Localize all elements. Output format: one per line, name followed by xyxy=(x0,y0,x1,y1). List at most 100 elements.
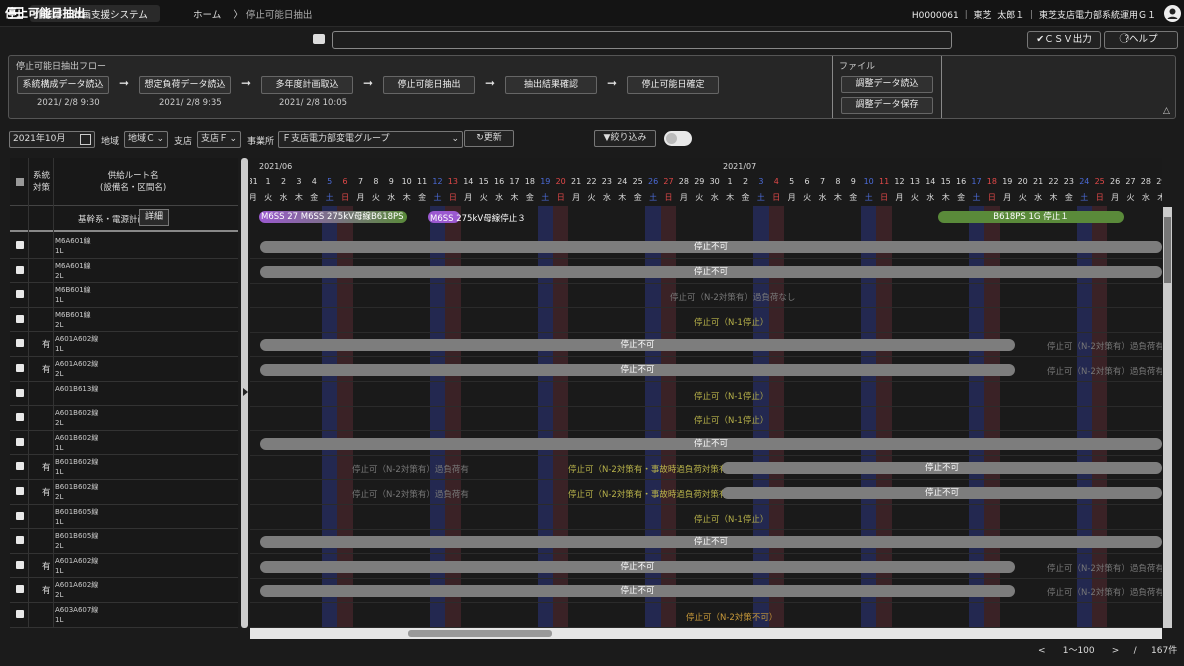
row-checkbox[interactable] xyxy=(16,610,24,618)
next-page-button[interactable]: > xyxy=(1112,646,1120,656)
outage-bar[interactable]: 停止不可 xyxy=(260,585,1015,598)
row-checkbox[interactable] xyxy=(16,388,24,397)
table-row[interactable]: B601B605線 1L xyxy=(10,505,238,530)
status-text: 停止可（N-1停止） xyxy=(694,317,769,328)
table-row[interactable]: M6A601線 1L xyxy=(10,234,238,259)
expand-arrow-icon[interactable] xyxy=(243,388,248,396)
event-bar[interactable]: B618PS 1G 停止１ xyxy=(938,211,1124,223)
row-checkbox[interactable] xyxy=(16,560,24,569)
table-row[interactable]: B601B605線 2L xyxy=(10,529,238,554)
day-weekday: 水 xyxy=(495,193,504,202)
month-picker[interactable]: 2021年10月 xyxy=(9,131,95,148)
table-row[interactable]: M6B601線 1L xyxy=(10,283,238,308)
page-title: 停止可能日抽出 xyxy=(5,6,86,20)
row-checkbox[interactable] xyxy=(16,511,24,520)
table-row[interactable]: 有 B601B602線 2L xyxy=(10,480,238,505)
table-row[interactable]: A603A607線 1L xyxy=(10,603,238,628)
outage-bar[interactable]: 停止不可 xyxy=(260,560,1015,573)
route-name: B601B605線 xyxy=(55,532,99,541)
grid-line xyxy=(250,553,1162,555)
row-checkbox[interactable] xyxy=(16,413,24,422)
horizontal-scroll-thumb[interactable] xyxy=(408,630,552,637)
filter-toggle[interactable] xyxy=(664,131,692,146)
chat-icon[interactable] xyxy=(313,34,325,44)
row-checkbox[interactable] xyxy=(16,462,24,471)
route-name: B601B605線 xyxy=(55,507,99,516)
search-input[interactable] xyxy=(332,31,952,49)
divider xyxy=(832,56,833,118)
flow-arrow: ➞ xyxy=(363,76,374,90)
csv-export-button[interactable]: ✔ＣＳＶ出力 xyxy=(1027,31,1101,49)
table-row[interactable]: A601B602線 2L xyxy=(10,406,238,431)
outage-bar[interactable]: 停止不可 xyxy=(260,241,1162,253)
horizontal-scrollbar[interactable] xyxy=(250,628,1162,639)
row-sys-flag: 有 xyxy=(42,340,51,351)
region-select[interactable]: 地域Ｃ ⌄ xyxy=(124,131,168,148)
row-checkbox[interactable] xyxy=(16,364,24,372)
step-load-data-button[interactable]: 想定負荷データ読込 xyxy=(139,76,231,94)
row-route-name: A601B602線 1L xyxy=(55,433,98,453)
row-checkbox[interactable] xyxy=(16,487,24,495)
table-row[interactable]: 有 A601A602線 1L xyxy=(10,332,238,357)
step-date: 2021/ 2/8 10:05 xyxy=(279,98,348,108)
branch-select[interactable]: 支店Ｆ ⌄ xyxy=(197,131,241,148)
row-checkbox[interactable] xyxy=(16,536,24,545)
day-number: 26 xyxy=(1109,177,1121,186)
user-avatar-icon[interactable] xyxy=(1164,5,1181,22)
breadcrumb-home[interactable]: ホーム xyxy=(193,10,221,21)
table-row[interactable]: 有 A601A602線 2L xyxy=(10,578,238,603)
day-number: 24 xyxy=(1079,177,1090,186)
table-row[interactable]: A601B613線 xyxy=(10,382,238,407)
flow-title: 停止可能日抽出フロー xyxy=(16,62,107,72)
select-all-checkbox[interactable] xyxy=(16,178,24,186)
step-confirm-result-button[interactable]: 抽出結果確認 xyxy=(505,76,597,94)
row-checkbox[interactable] xyxy=(16,339,24,348)
grid-line xyxy=(250,454,1162,456)
table-row[interactable]: 有 A601A602線 1L xyxy=(10,554,238,579)
row-checkbox[interactable] xyxy=(16,290,24,299)
step-multiyear-button[interactable]: 多年度計画取込 xyxy=(261,76,353,94)
status-text: 停止可（N-2対策有）過負荷有 xyxy=(1047,342,1162,353)
day-number: 16 xyxy=(493,177,505,186)
vertical-scroll-thumb[interactable] xyxy=(1164,217,1171,283)
outage-bar[interactable]: 停止不可 xyxy=(260,265,1162,278)
day-number: 22 xyxy=(586,177,597,186)
row-checkbox[interactable] xyxy=(16,437,24,446)
detail-button[interactable]: 詳細 xyxy=(139,209,169,226)
outage-bar[interactable]: 停止不可 xyxy=(722,462,1162,475)
row-checkbox[interactable] xyxy=(16,241,24,249)
load-adjust-data-button[interactable]: 調整データ読込 xyxy=(841,76,933,93)
save-adjust-data-button[interactable]: 調整データ保存 xyxy=(841,97,933,114)
step-finalize-button[interactable]: 停止可能日確定 xyxy=(627,76,719,94)
office-select[interactable]: Ｆ支店電力部変電グループ ⌄ xyxy=(278,131,463,148)
step-extract-button[interactable]: 停止可能日抽出 xyxy=(383,76,475,94)
narrow-filter-button[interactable]: ▼絞り込み xyxy=(594,130,656,147)
row-checkbox[interactable] xyxy=(16,265,24,274)
table-row[interactable]: A601B602線 1L xyxy=(10,431,238,456)
day-weekday: 月 xyxy=(1003,193,1012,202)
table-row[interactable]: M6B601線 2L xyxy=(10,308,238,333)
outage-bar[interactable]: 停止不可 xyxy=(722,487,1162,499)
collapse-icon[interactable]: △ xyxy=(1163,106,1170,116)
row-checkbox[interactable] xyxy=(16,585,24,594)
outage-bar[interactable]: 停止不可 xyxy=(260,364,1015,376)
breadcrumb: ホーム 〉 停止可能日抽出 xyxy=(193,7,312,21)
day-weekday: 金 xyxy=(849,193,858,202)
event-bar[interactable]: M6SS 27 M6SS 275kV母線B618PS 1G 停止２ xyxy=(259,211,407,223)
day-number: 12 xyxy=(894,177,905,186)
help-button[interactable]: ?⃝ヘルプ xyxy=(1104,31,1178,49)
day-number: 22 xyxy=(1048,177,1059,186)
step-system-load-button[interactable]: 系統構成データ読込 xyxy=(17,76,109,94)
row-route-name: A601A602線 1L xyxy=(55,334,98,354)
calendar-icon[interactable] xyxy=(80,134,91,145)
outage-bar[interactable]: 停止不可 xyxy=(260,339,1015,352)
table-row[interactable]: M6A601線 2L xyxy=(10,259,238,284)
outage-bar[interactable]: 停止不可 xyxy=(260,437,1162,450)
outage-bar[interactable]: 停止不可 xyxy=(260,536,1162,549)
table-row[interactable]: 有 A601A602線 2L xyxy=(10,357,238,382)
table-row[interactable]: 有 B601B602線 1L xyxy=(10,455,238,480)
chevron-down-icon: ⌄ xyxy=(451,134,459,144)
prev-page-button[interactable]: < xyxy=(1038,646,1046,656)
row-checkbox[interactable] xyxy=(16,314,24,323)
refresh-button[interactable]: ↻更新 xyxy=(464,130,514,147)
